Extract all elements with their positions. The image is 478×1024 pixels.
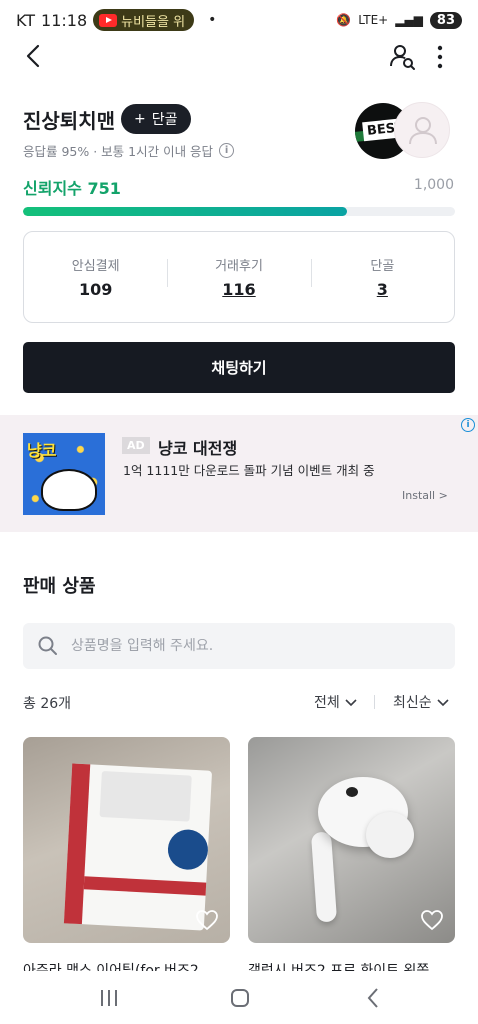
product-title[interactable]: 아주라 맥스 이어팁(for 버즈2 (23, 959, 230, 971)
system-back-button[interactable] (360, 984, 388, 1012)
sort-dropdown[interactable]: 최신순 (393, 692, 450, 712)
chat-button[interactable]: 채팅하기 (23, 342, 455, 393)
product-image[interactable] (248, 737, 455, 943)
stat-value-link[interactable]: 3 (311, 280, 454, 299)
network-label: LTE+ (358, 13, 389, 27)
follow-button[interactable]: + 단골 (121, 104, 191, 134)
stat-safe-payment: 안심결제 109 (24, 255, 167, 299)
response-meta-text: 응답률 95% · 보통 1시간 이내 응답 (23, 144, 214, 159)
back-arrow-icon (367, 988, 378, 1008)
user-search-button[interactable] (388, 42, 418, 72)
stat-value: 109 (78, 280, 113, 299)
ad-image[interactable]: 냥코 (23, 433, 105, 515)
trust-label: 신뢰지수 (23, 179, 82, 198)
battery-indicator: 83 (429, 11, 462, 29)
earbud-sensor (346, 787, 358, 797)
ad-info-icon[interactable]: i (461, 418, 475, 432)
media-pill[interactable]: 뉴비들을 위 (93, 9, 195, 31)
product-card[interactable]: 아주라 맥스 이어팁(for 버즈2 (23, 737, 230, 971)
trust-progress-fill (23, 207, 348, 216)
sort-label: 최신순 (393, 695, 432, 711)
trust-max: 1,000 (413, 177, 454, 193)
user-icon (409, 117, 437, 145)
signal-icon: ▂▄▆ (395, 13, 423, 27)
box-seal (166, 828, 209, 871)
heart-icon[interactable] (420, 908, 444, 932)
carrier-label: KT (16, 10, 36, 30)
chevron-down-icon (437, 699, 449, 707)
chevron-down-icon (345, 699, 357, 707)
trust-value: 751 (87, 179, 121, 198)
stat-followers[interactable]: 단골 3 (310, 255, 454, 299)
cat-icon (41, 469, 97, 511)
shop-name: 진상퇴치맨 (23, 109, 115, 133)
status-time: 11:18 (41, 10, 88, 30)
notification-dot-icon: • (208, 12, 217, 28)
top-bar (0, 40, 478, 74)
search-input[interactable] (71, 638, 431, 654)
avatar[interactable] (394, 102, 450, 158)
stat-reviews[interactable]: 거래후기 116 (167, 255, 310, 299)
product-search[interactable] (23, 623, 455, 669)
recent-apps-button[interactable] (95, 984, 123, 1012)
ad-banner[interactable]: 냥코 AD 냥코 대전쟁 1억 1111만 다운로드 돌파 기념 이벤트 개최 … (0, 415, 478, 532)
stat-label: 안심결제 (71, 259, 120, 274)
box-window (99, 771, 192, 822)
box-strip (83, 876, 207, 896)
product-title[interactable]: 갤럭시 버즈2 프로 화이트 왼쪽 (248, 959, 455, 971)
more-vertical-icon (437, 45, 443, 69)
ad-title[interactable]: 냥코 대전쟁 (158, 435, 237, 459)
earbud-tip (366, 812, 414, 858)
media-pill-text: 뉴비들을 위 (121, 14, 186, 30)
plus-icon: + (134, 111, 146, 127)
trust-score: 신뢰지수 751 (23, 175, 121, 199)
stat-label: 단골 (370, 259, 395, 274)
product-card[interactable]: 갤럭시 버즈2 프로 화이트 왼쪽 (248, 737, 455, 971)
info-icon[interactable]: i (219, 143, 235, 158)
chevron-left-icon (26, 44, 40, 68)
home-icon (231, 989, 249, 1007)
heart-icon[interactable] (195, 908, 219, 932)
mute-icon: 🔕 (336, 13, 352, 27)
ad-description: 1억 1111만 다운로드 돌파 기념 이벤트 개최 중 (123, 463, 375, 478)
filter-all-label: 전체 (314, 695, 340, 711)
product-box-illustration (63, 763, 213, 931)
stats-box: 안심결제 109 거래후기 116 단골 3 (23, 231, 455, 323)
response-meta: 응답률 95% · 보통 1시간 이내 응답 i (23, 141, 235, 160)
recent-apps-icon (101, 990, 117, 1006)
ad-badge: AD (122, 437, 150, 454)
status-bar: KT 11:18 뉴비들을 위 • 🔕 LTE+ ▂▄▆ 83 (0, 0, 478, 40)
user-search-icon (390, 45, 415, 70)
youtube-icon (99, 13, 118, 27)
section-title: 판매 상품 (23, 576, 96, 597)
total-count: 총 26개 (23, 696, 72, 712)
product-image[interactable] (23, 737, 230, 943)
search-icon (38, 636, 57, 655)
back-button[interactable] (20, 42, 48, 70)
ad-install-link[interactable]: Install > (402, 489, 448, 502)
trust-progress-bar (23, 207, 455, 216)
box-side (63, 763, 91, 925)
system-nav-bar (0, 972, 478, 1024)
follow-label: 단골 (151, 112, 178, 128)
ad-image-text: 냥코 (27, 441, 57, 460)
filter-all-dropdown[interactable]: 전체 (314, 692, 358, 712)
stat-label: 거래후기 (215, 259, 263, 274)
home-button[interactable] (226, 984, 254, 1012)
filter-divider (374, 695, 375, 709)
earbud-stem (310, 831, 338, 923)
stat-value-link[interactable]: 116 (167, 280, 310, 299)
more-options-button[interactable] (430, 42, 450, 72)
